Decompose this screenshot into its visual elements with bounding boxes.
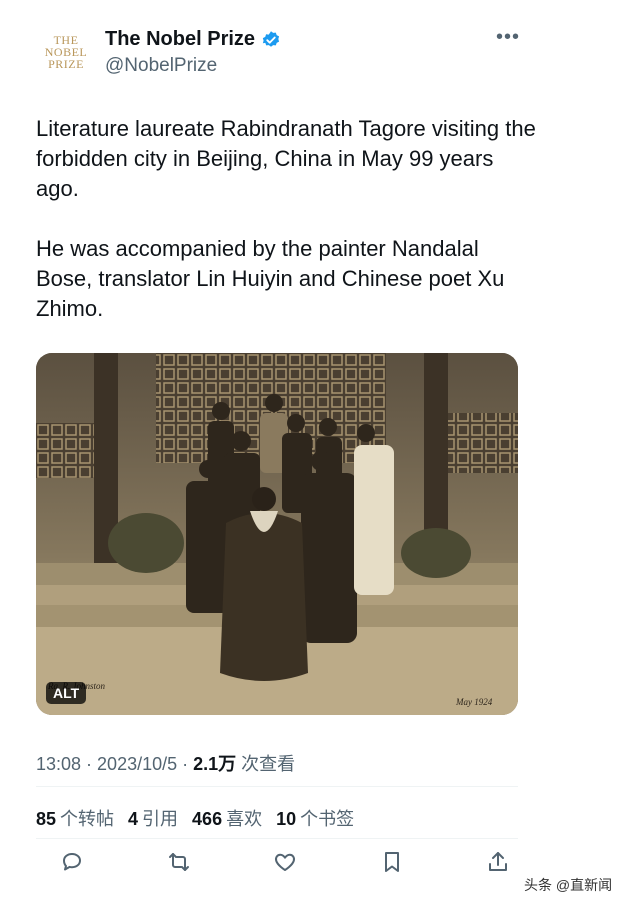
bookmarks-label: 个书签 (300, 809, 355, 829)
svg-text:May 1924: May 1924 (455, 697, 493, 707)
reposts-label: 个转帖 (60, 809, 115, 829)
tweet-meta: 13:08 · 2023/10/5 · 2.1万 次查看 (36, 750, 295, 776)
reposts-stat[interactable]: 85 个转帖 (36, 805, 114, 831)
tweet-date[interactable]: 2023/10/5 (97, 754, 177, 774)
bookmarks-count: 10 (276, 809, 297, 829)
bookmarks-stat[interactable]: 10 个书签 (276, 805, 354, 831)
reposts-count: 85 (36, 809, 57, 829)
display-name-row[interactable]: The Nobel Prize (105, 28, 281, 51)
meta-separator: · (81, 754, 98, 774)
avatar-line: PRIZE (48, 57, 84, 71)
nobel-prize-avatar[interactable]: THE NOBEL PRIZE (38, 24, 94, 80)
divider (36, 786, 518, 787)
account-handle[interactable]: @NobelPrize (105, 55, 217, 77)
views-label: 次查看 (236, 754, 296, 774)
likes-count: 466 (192, 809, 223, 829)
like-icon[interactable] (273, 850, 297, 874)
tweet-photo[interactable]: Ra. R. Johnston May 1924 ALT (36, 353, 518, 715)
verified-badge-icon (262, 30, 280, 47)
meta-separator: · (177, 754, 194, 774)
divider (36, 838, 518, 839)
quotes-stat[interactable]: 4 引用 (128, 805, 178, 831)
views-count: 2.1万 (193, 754, 237, 774)
alt-text-badge[interactable]: ALT (46, 682, 87, 704)
watermark: 头条 @直新闻 (524, 877, 613, 893)
more-options-icon[interactable]: ••• (496, 26, 520, 49)
tweet-text: Literature laureate Rabindranath Tagore … (36, 116, 536, 321)
likes-stat[interactable]: 466 喜欢 (192, 805, 262, 831)
likes-label: 喜欢 (226, 809, 263, 829)
action-bar (60, 850, 510, 874)
historic-group-photo: Ra. R. Johnston May 1924 (36, 353, 518, 715)
display-name[interactable]: The Nobel Prize (105, 28, 255, 51)
engagement-stats: 85 个转帖 4 引用 466 喜欢 10 个书签 (36, 805, 354, 831)
bookmark-icon[interactable] (380, 850, 404, 874)
quotes-label: 引用 (142, 809, 179, 829)
retweet-icon[interactable] (167, 850, 191, 874)
tweet-time[interactable]: 13:08 (36, 754, 81, 774)
reply-icon[interactable] (60, 850, 84, 874)
share-icon[interactable] (486, 850, 510, 874)
quotes-count: 4 (128, 809, 139, 829)
